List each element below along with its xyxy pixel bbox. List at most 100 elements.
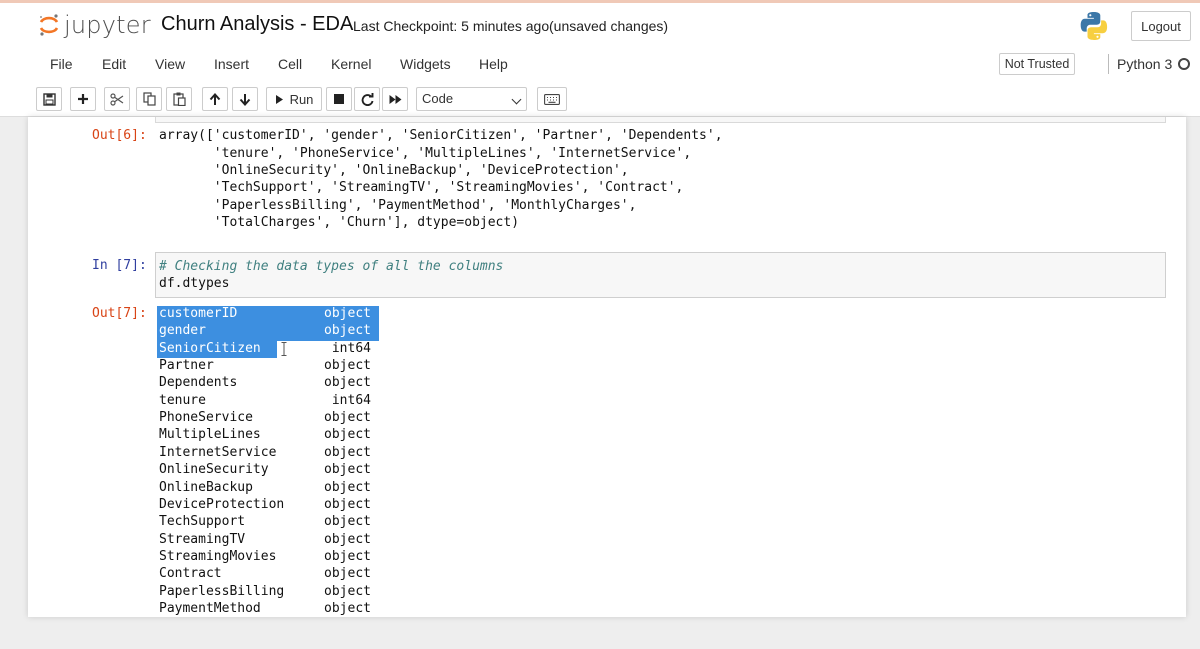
- dtype-row: DeviceProtection object: [159, 497, 389, 514]
- python-logo-icon: [1080, 12, 1108, 40]
- dtype-column-name: customerID: [159, 306, 238, 321]
- dtype-row: MultipleLines object: [159, 427, 389, 444]
- run-button[interactable]: Run: [266, 87, 322, 111]
- autosave-status: (unsaved changes): [549, 18, 669, 34]
- dtype-value: object: [324, 323, 371, 339]
- menu-widgets[interactable]: Widgets: [400, 56, 451, 72]
- cell-type-value: Code: [422, 91, 454, 106]
- text-cursor-icon: [281, 342, 287, 356]
- dtype-row: SeniorCitizen int64: [159, 341, 389, 358]
- copy-button[interactable]: [136, 87, 162, 111]
- menu-insert[interactable]: Insert: [214, 56, 249, 72]
- command-palette-button[interactable]: [537, 87, 567, 111]
- dtype-row: PaperlessBilling object: [159, 584, 389, 601]
- dtype-value: object: [324, 566, 371, 582]
- restart-kernel-button[interactable]: [354, 87, 380, 111]
- menu-help[interactable]: Help: [479, 56, 508, 72]
- scissors-icon: [110, 92, 124, 106]
- dtype-value: object: [324, 479, 371, 495]
- dtype-column-name: TechSupport: [159, 514, 246, 530]
- checkpoint-status: Last Checkpoint: 5 minutes ago: [353, 18, 550, 34]
- menu-cell[interactable]: Cell: [278, 56, 302, 72]
- trust-indicator-button[interactable]: Not Trusted: [999, 53, 1075, 75]
- menubar: File Edit View Insert Cell Kernel Widget…: [0, 46, 1200, 83]
- dtype-column-name: Contract: [159, 566, 222, 582]
- cut-button[interactable]: [104, 87, 130, 111]
- paste-button[interactable]: [166, 87, 192, 111]
- code-line: df.dtypes: [159, 276, 230, 291]
- dtype-row: TechSupport object: [159, 514, 389, 531]
- dtype-column-name: SeniorCitizen: [159, 340, 261, 356]
- interrupt-kernel-button[interactable]: [326, 87, 352, 111]
- cell-type-select[interactable]: Code: [416, 87, 527, 111]
- dtype-column-name: InternetService: [159, 444, 277, 460]
- code-cell-editor[interactable]: # Checking the data types of all the col…: [155, 252, 1166, 298]
- dtype-column-name: StreamingTV: [159, 531, 246, 547]
- fast-forward-icon: [389, 94, 401, 104]
- save-icon: [42, 92, 56, 106]
- dtype-row: tenure int64: [159, 393, 389, 410]
- dtype-column-name: OnlineBackup: [159, 479, 253, 495]
- logout-button[interactable]: Logout: [1131, 11, 1191, 41]
- notebook-header: jupyter Churn Analysis - EDA Last Checkp…: [0, 0, 1200, 46]
- move-down-button[interactable]: [232, 87, 258, 111]
- notebook-title[interactable]: Churn Analysis - EDA: [161, 13, 353, 36]
- output-line: 'tenure', 'PhoneService', 'MultipleLines…: [159, 146, 692, 161]
- move-up-button[interactable]: [202, 87, 228, 111]
- dtype-row: OnlineSecurity object: [159, 462, 389, 479]
- dtype-column-name: PhoneService: [159, 410, 253, 426]
- dtype-column-name: StreamingMovies: [159, 548, 277, 564]
- jupyter-logo[interactable]: jupyter: [36, 10, 151, 40]
- dtype-value: object: [324, 583, 371, 599]
- dtype-value: int64: [331, 340, 371, 356]
- dtype-value: object: [324, 375, 371, 391]
- dtype-value: object: [324, 600, 371, 616]
- toolbar: Run Code: [0, 83, 1200, 117]
- output-line: 'OnlineSecurity', 'OnlineBackup', 'Devic…: [159, 163, 629, 178]
- dtype-value: int64: [331, 392, 371, 408]
- dtype-column-name: Dependents: [159, 375, 238, 391]
- dtype-row: customerID object: [159, 306, 389, 323]
- menu-file[interactable]: File: [50, 56, 73, 72]
- dtype-value: object: [324, 306, 371, 321]
- output-prompt-7: Out[7]:: [92, 306, 147, 321]
- output-line: array(['customerID', 'gender', 'SeniorCi…: [159, 128, 723, 143]
- kernel-name[interactable]: Python 3: [1117, 56, 1172, 72]
- jupyter-wordmark: jupyter: [64, 11, 151, 39]
- menu-edit[interactable]: Edit: [102, 56, 126, 72]
- dtype-row: StreamingTV object: [159, 532, 389, 549]
- dtype-value: object: [324, 462, 371, 478]
- dtype-value: object: [324, 548, 371, 564]
- chevron-down-icon: [511, 94, 522, 105]
- restart-run-all-button[interactable]: [382, 87, 408, 111]
- arrow-down-icon: [239, 93, 251, 106]
- dtype-column-name: DeviceProtection: [159, 496, 285, 512]
- jupyter-logo-icon: [39, 14, 59, 36]
- keyboard-icon: [544, 93, 560, 105]
- menu-view[interactable]: View: [155, 56, 185, 72]
- menu-kernel[interactable]: Kernel: [331, 56, 371, 72]
- output-line: 'TechSupport', 'StreamingTV', 'Streaming…: [159, 180, 684, 195]
- dtype-row: PhoneService object: [159, 410, 389, 427]
- kernel-idle-indicator-icon: [1178, 58, 1190, 70]
- insert-cell-button[interactable]: [70, 87, 96, 111]
- input-prompt-7: In [7]:: [92, 258, 147, 273]
- dtype-row: StreamingMovies object: [159, 549, 389, 566]
- dtype-row: Dependents object: [159, 375, 389, 392]
- dtype-row: Contract object: [159, 566, 389, 583]
- output-prompt-6: Out[6]:: [92, 128, 147, 143]
- copy-icon: [142, 92, 156, 106]
- save-button[interactable]: [36, 87, 62, 111]
- dtype-value: object: [324, 496, 371, 512]
- dtype-row: InternetService object: [159, 445, 389, 462]
- dtype-row: gender object: [159, 323, 389, 340]
- kernel-divider: [1108, 54, 1109, 74]
- dtype-column-name: PaperlessBilling: [159, 583, 285, 599]
- dtype-column-name: Partner: [159, 358, 214, 374]
- dtype-column-name: tenure: [159, 392, 206, 408]
- previous-input-cell[interactable]: [155, 117, 1166, 123]
- dtype-value: object: [324, 410, 371, 426]
- dtype-row: Partner object: [159, 358, 389, 375]
- stop-icon: [334, 94, 344, 104]
- dtype-value: object: [324, 444, 371, 460]
